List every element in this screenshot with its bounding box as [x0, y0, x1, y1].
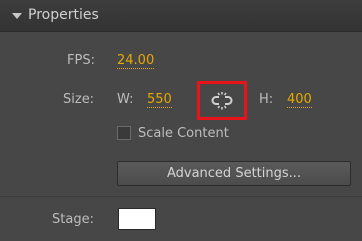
height-value[interactable]: 400 — [287, 92, 312, 108]
chain-link-icon — [211, 92, 233, 110]
scale-content-checkbox[interactable] — [117, 126, 131, 140]
fps-value[interactable]: 24.00 — [117, 53, 155, 69]
collapse-triangle-icon[interactable] — [12, 13, 22, 19]
section-divider — [0, 196, 362, 197]
properties-panel: Properties FPS: 24.00 Size: W: 550 H: 40… — [0, 0, 362, 241]
advanced-settings-button[interactable]: Advanced Settings... — [117, 161, 351, 186]
scale-content-label[interactable]: Scale Content — [138, 126, 229, 141]
link-dimensions-button[interactable] — [197, 81, 247, 120]
stage-label: Stage: — [52, 212, 94, 227]
width-value[interactable]: 550 — [147, 92, 172, 108]
height-label: H: — [259, 92, 274, 107]
fps-label: FPS: — [67, 53, 95, 68]
size-label: Size: — [63, 92, 95, 107]
width-label: W: — [117, 92, 134, 107]
panel-header[interactable]: Properties — [0, 0, 362, 32]
panel-title: Properties — [28, 7, 99, 23]
stage-color-swatch[interactable] — [118, 208, 156, 230]
